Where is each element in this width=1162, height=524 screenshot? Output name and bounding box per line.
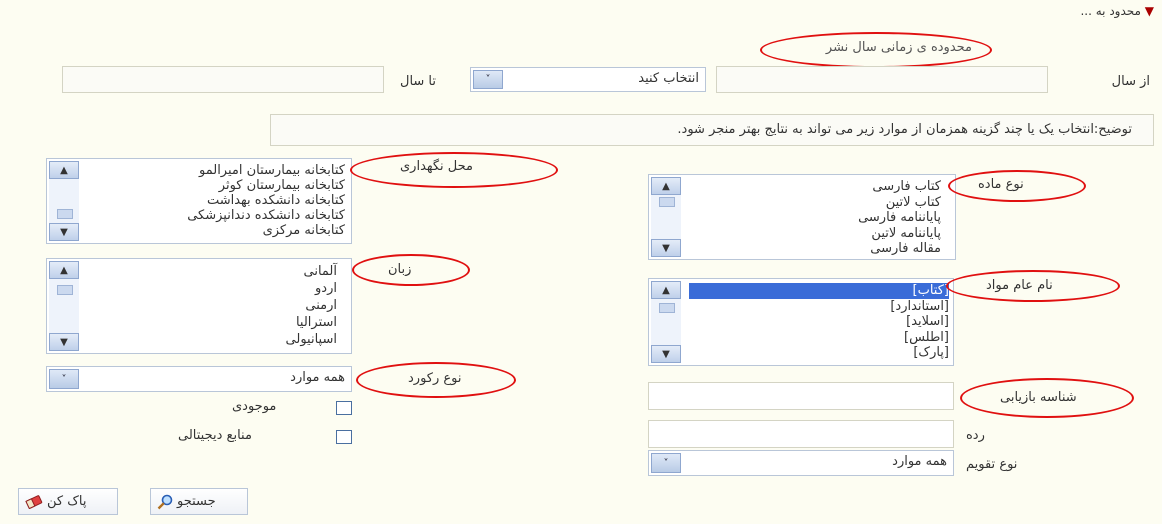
clear-button[interactable]: پاک کن bbox=[18, 488, 118, 515]
note-text: توضیح:انتخاب یک یا چند گزینه همزمان از م… bbox=[677, 122, 1132, 137]
list-item[interactable]: پایاننامه لاتین bbox=[685, 226, 941, 242]
rade-input[interactable] bbox=[648, 420, 954, 448]
list-item[interactable]: ارمنی bbox=[83, 297, 337, 314]
chevron-down-icon[interactable]: ˅ bbox=[473, 70, 503, 89]
rade-label: رده bbox=[966, 428, 985, 443]
from-year-label: از سال bbox=[1111, 74, 1150, 89]
scrollbar[interactable]: ▲ ▼ bbox=[651, 177, 681, 257]
language-label: زبان bbox=[388, 262, 412, 277]
scroll-thumb[interactable] bbox=[57, 285, 73, 295]
list-item[interactable]: کتابخانه بیمارستان امیرالمو bbox=[83, 163, 345, 178]
section-header[interactable]: ▼ محدود به ... bbox=[1080, 4, 1154, 18]
to-year-label: تا سال bbox=[400, 74, 437, 89]
search-button-label: جستجو bbox=[177, 494, 216, 509]
language-list[interactable]: ▲ ▼ آلمانی اردو ارمنی استرالیا اسپانیولی bbox=[46, 258, 352, 354]
section-header-label: محدود به ... bbox=[1080, 4, 1141, 18]
chevron-down-icon[interactable]: ˅ bbox=[49, 369, 79, 389]
scroll-down-icon[interactable]: ▼ bbox=[49, 333, 79, 351]
scroll-thumb[interactable] bbox=[659, 303, 675, 313]
calendar-type-select[interactable]: ˅ همه موارد bbox=[648, 450, 954, 476]
time-range-title: محدوده ی زمانی سال نشر bbox=[825, 40, 972, 55]
general-material-list[interactable]: ▲ ▼ [کتاب] [استاندارد] [اسلاید] [اطلس] [پارک… bbox=[648, 278, 954, 366]
from-year-input[interactable] bbox=[716, 66, 1048, 93]
list-item[interactable]: مقاله فارسی bbox=[685, 241, 941, 257]
digital-resources-label: منابع دیجیتالی bbox=[178, 428, 252, 443]
scrollbar[interactable]: ▲ ▼ bbox=[651, 281, 681, 363]
scrollbar[interactable]: ▲ ▼ bbox=[49, 261, 79, 351]
calendar-type-value: همه موارد bbox=[892, 454, 947, 469]
language-items: آلمانی اردو ارمنی استرالیا اسپانیولی bbox=[83, 263, 337, 348]
material-type-label: نوع ماده bbox=[978, 177, 1024, 192]
material-type-items: کتاب فارسی کتاب لاتین پایاننامه فارسی پایان… bbox=[685, 179, 941, 257]
access-id-input[interactable] bbox=[648, 382, 954, 410]
search-button[interactable]: جستجو bbox=[150, 488, 248, 515]
general-material-items: [کتاب] [استاندارد] [اسلاید] [اطلس] [پارک] bbox=[689, 283, 949, 361]
scroll-down-icon[interactable]: ▼ bbox=[651, 239, 681, 257]
list-item[interactable]: [کتاب] bbox=[689, 283, 949, 299]
eraser-icon bbox=[25, 494, 43, 509]
year-select[interactable]: ˅ انتخاب کنید bbox=[470, 67, 706, 92]
list-item[interactable]: [پارک] bbox=[689, 345, 949, 361]
scroll-thumb[interactable] bbox=[57, 209, 73, 219]
list-item[interactable]: کتابخانه مرکزی bbox=[83, 223, 345, 238]
list-item[interactable]: کتابخانه دانشکده بهداشت bbox=[83, 193, 345, 208]
record-type-value: همه موارد bbox=[290, 370, 345, 385]
list-item[interactable]: کتابخانه بیمارستان کوثر bbox=[83, 178, 345, 193]
available-checkbox[interactable] bbox=[336, 401, 352, 415]
scroll-up-icon[interactable]: ▲ bbox=[651, 177, 681, 195]
clear-button-label: پاک کن bbox=[47, 494, 87, 509]
chevron-down-icon[interactable]: ˅ bbox=[651, 453, 681, 473]
list-item[interactable]: آلمانی bbox=[83, 263, 337, 280]
record-type-label: نوع رکورد bbox=[408, 371, 462, 386]
list-item[interactable]: [استاندارد] bbox=[689, 299, 949, 315]
list-item[interactable]: [اطلس] bbox=[689, 330, 949, 346]
holding-location-list[interactable]: ▲ ▼ کتابخانه بیمارستان امیرالمو کتابخانه … bbox=[46, 158, 352, 244]
scroll-up-icon[interactable]: ▲ bbox=[49, 261, 79, 279]
year-select-value: انتخاب کنید bbox=[638, 71, 699, 86]
general-material-label: نام عام مواد bbox=[986, 278, 1053, 293]
magnifier-icon bbox=[157, 494, 173, 510]
scroll-up-icon[interactable]: ▲ bbox=[49, 161, 79, 179]
list-item[interactable]: [اسلاید] bbox=[689, 314, 949, 330]
available-label: موجودی bbox=[232, 399, 277, 414]
access-id-label: شناسه بازیابی bbox=[1000, 390, 1077, 405]
list-item[interactable]: کتاب لاتین bbox=[685, 195, 941, 211]
scroll-up-icon[interactable]: ▲ bbox=[651, 281, 681, 299]
list-item[interactable]: پایاننامه فارسی bbox=[685, 210, 941, 226]
list-item[interactable]: اسپانیولی bbox=[83, 331, 337, 348]
holding-location-label: محل نگهداری bbox=[400, 159, 474, 174]
digital-resources-checkbox[interactable] bbox=[336, 430, 352, 444]
triangle-down-icon: ▼ bbox=[1144, 4, 1154, 18]
holding-location-items: کتابخانه بیمارستان امیرالمو کتابخانه بیما… bbox=[83, 163, 345, 238]
scrollbar[interactable]: ▲ ▼ bbox=[49, 161, 79, 241]
list-item[interactable]: کتاب فارسی bbox=[685, 179, 941, 195]
scroll-down-icon[interactable]: ▼ bbox=[651, 345, 681, 363]
scroll-down-icon[interactable]: ▼ bbox=[49, 223, 79, 241]
to-year-input[interactable] bbox=[62, 66, 384, 93]
scroll-thumb[interactable] bbox=[659, 197, 675, 207]
record-type-select[interactable]: ˅ همه موارد bbox=[46, 366, 352, 392]
calendar-type-label: نوع تقویم bbox=[966, 457, 1018, 472]
list-item[interactable]: کتابخانه دانشکده دندانپزشکی bbox=[83, 208, 345, 223]
list-item[interactable]: اردو bbox=[83, 280, 337, 297]
material-type-list[interactable]: ▲ ▼ کتاب فارسی کتاب لاتین پایاننامه فارسی پ… bbox=[648, 174, 956, 260]
list-item[interactable]: استرالیا bbox=[83, 314, 337, 331]
